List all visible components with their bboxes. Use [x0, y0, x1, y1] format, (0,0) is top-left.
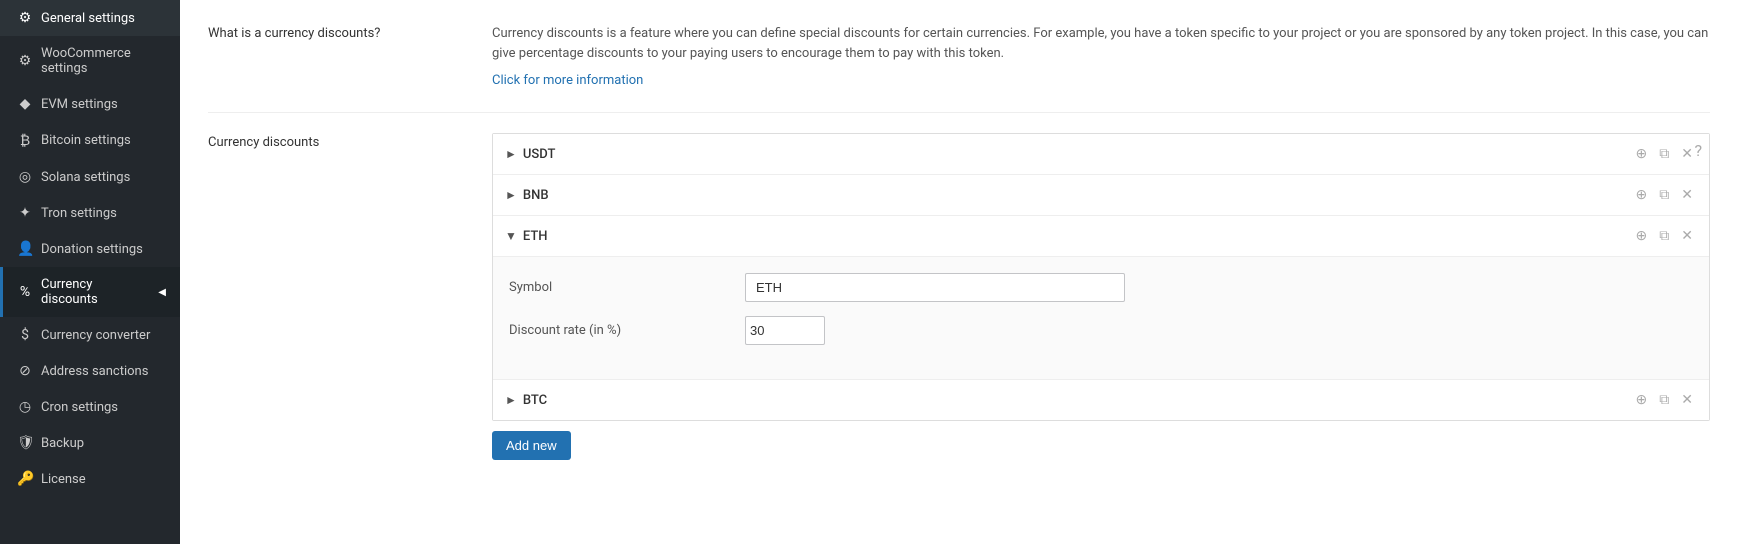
- sidebar-item-license[interactable]: 🔑 License: [0, 461, 180, 497]
- sidebar-item-evm-settings[interactable]: ◆ EVM settings: [0, 86, 180, 122]
- sidebar-item-label: Donation settings: [41, 242, 143, 257]
- sidebar-item-general-settings[interactable]: ⚙ General settings: [0, 0, 180, 36]
- gear-icon: ⚙: [17, 53, 33, 69]
- sidebar-item-bitcoin-settings[interactable]: ₿ Bitcoin settings: [0, 122, 180, 159]
- chevron-right-icon: ►: [505, 393, 517, 407]
- copy-icon[interactable]: ⧉: [1655, 144, 1673, 164]
- sidebar-item-label: Currency discounts: [41, 277, 150, 307]
- sidebar-item-label: WooCommerce settings: [41, 46, 166, 76]
- remove-icon[interactable]: ✕: [1677, 226, 1697, 246]
- currency-actions-usdt: ⊕ ⧉ ✕: [1632, 144, 1697, 164]
- diamond-icon: ◆: [17, 96, 33, 112]
- symbol-label: Symbol: [509, 280, 729, 295]
- symbol-field-row: Symbol: [509, 273, 1693, 302]
- dollar-icon: $: [17, 327, 33, 343]
- remove-icon[interactable]: ✕: [1677, 185, 1697, 205]
- currency-name-eth: ETH: [523, 229, 1632, 244]
- currency-header-eth[interactable]: ▼ ETH ⊕ ⧉ ✕: [493, 216, 1709, 256]
- currency-item-usdt: ► USDT ⊕ ⧉ ✕: [493, 134, 1709, 175]
- sidebar-item-label: Tron settings: [41, 206, 117, 221]
- currency-discounts-label: Currency discounts: [208, 133, 468, 460]
- move-icon[interactable]: ⊕: [1632, 185, 1652, 205]
- currency-discounts-content: ? ► USDT ⊕ ⧉ ✕: [492, 133, 1710, 460]
- bitcoin-icon: ₿: [17, 132, 33, 149]
- person-icon: 👤: [17, 241, 33, 257]
- info-section-label: What is a currency discounts?: [208, 24, 468, 88]
- sidebar: ⚙ General settings ⚙ WooCommerce setting…: [0, 0, 180, 544]
- sidebar-item-label: Bitcoin settings: [41, 133, 131, 148]
- currency-name-bnb: BNB: [523, 188, 1632, 203]
- sidebar-item-label: Backup: [41, 436, 84, 451]
- discount-field-row: Discount rate (in %): [509, 316, 1693, 345]
- discount-label: Discount rate (in %): [509, 323, 729, 338]
- info-section-content: Currency discounts is a feature where yo…: [492, 24, 1710, 88]
- sidebar-item-label: License: [41, 472, 86, 487]
- info-description: Currency discounts is a feature where yo…: [492, 24, 1710, 63]
- sidebar-item-donation-settings[interactable]: 👤 Donation settings: [0, 231, 180, 267]
- currency-header-bnb[interactable]: ► BNB ⊕ ⧉ ✕: [493, 175, 1709, 215]
- currency-discounts-section: Currency discounts ? ► USDT ⊕ ⧉ ✕: [208, 133, 1710, 460]
- currency-body-eth: Symbol Discount rate (in %): [493, 256, 1709, 379]
- key-icon: 🔑: [17, 471, 33, 487]
- add-new-button[interactable]: Add new: [492, 431, 571, 460]
- symbol-input[interactable]: [745, 273, 1125, 302]
- shield-icon: 🛡: [17, 435, 33, 451]
- currency-actions-bnb: ⊕ ⧉ ✕: [1632, 185, 1697, 205]
- currency-item-eth: ▼ ETH ⊕ ⧉ ✕ Symbol: [493, 216, 1709, 380]
- currency-name-btc: BTC: [523, 393, 1632, 408]
- sidebar-item-cron-settings[interactable]: ◷ Cron settings: [0, 389, 180, 425]
- discount-rate-input[interactable]: [745, 316, 825, 345]
- move-icon[interactable]: ⊕: [1632, 226, 1652, 246]
- percent-icon: %: [17, 284, 33, 300]
- currency-item-btc: ► BTC ⊕ ⧉ ✕: [493, 380, 1709, 420]
- copy-icon[interactable]: ⧉: [1655, 226, 1673, 246]
- sidebar-item-currency-discounts[interactable]: % Currency discounts ◀: [0, 267, 180, 317]
- help-icon[interactable]: ?: [1694, 141, 1702, 160]
- sidebar-item-address-sanctions[interactable]: ⊘ Address sanctions: [0, 353, 180, 389]
- sidebar-item-label: General settings: [41, 11, 135, 26]
- sidebar-item-solana-settings[interactable]: ◎ Solana settings: [0, 159, 180, 195]
- chevron-down-icon: ▼: [505, 229, 517, 243]
- solana-icon: ◎: [17, 169, 33, 185]
- discount-input-wrapper: [745, 316, 825, 345]
- copy-icon[interactable]: ⧉: [1655, 185, 1673, 205]
- sidebar-item-label: Cron settings: [41, 400, 118, 415]
- remove-icon[interactable]: ✕: [1677, 390, 1697, 410]
- active-arrow: ◀: [158, 287, 166, 298]
- copy-icon[interactable]: ⧉: [1655, 390, 1673, 410]
- sidebar-item-tron-settings[interactable]: ✦ Tron settings: [0, 195, 180, 231]
- ban-icon: ⊘: [17, 363, 33, 379]
- sidebar-item-woocommerce-settings[interactable]: ⚙ WooCommerce settings: [0, 36, 180, 86]
- chevron-right-icon: ►: [505, 188, 517, 202]
- currency-name-usdt: USDT: [523, 147, 1632, 162]
- move-icon[interactable]: ⊕: [1632, 144, 1652, 164]
- gear-icon: ⚙: [17, 10, 33, 26]
- symbol-input-wrapper: [745, 273, 1125, 302]
- currency-header-btc[interactable]: ► BTC ⊕ ⧉ ✕: [493, 380, 1709, 420]
- currency-item-bnb: ► BNB ⊕ ⧉ ✕: [493, 175, 1709, 216]
- sidebar-item-label: Solana settings: [41, 170, 130, 185]
- info-section: What is a currency discounts? Currency d…: [208, 24, 1710, 88]
- chevron-right-icon: ►: [505, 147, 517, 161]
- currency-header-usdt[interactable]: ► USDT ⊕ ⧉ ✕: [493, 134, 1709, 174]
- info-link[interactable]: Click for more information: [492, 73, 643, 88]
- currency-actions-btc: ⊕ ⧉ ✕: [1632, 390, 1697, 410]
- sidebar-item-label: Currency converter: [41, 328, 150, 343]
- sidebar-item-label: Address sanctions: [41, 364, 148, 379]
- clock-icon: ◷: [17, 399, 33, 415]
- main-content: What is a currency discounts? Currency d…: [180, 0, 1738, 544]
- currency-actions-eth: ⊕ ⧉ ✕: [1632, 226, 1697, 246]
- sidebar-item-currency-converter[interactable]: $ Currency converter: [0, 317, 180, 353]
- divider: [208, 112, 1710, 113]
- sidebar-item-label: EVM settings: [41, 97, 118, 112]
- sidebar-item-backup[interactable]: 🛡 Backup: [0, 425, 180, 461]
- currency-list: ► USDT ⊕ ⧉ ✕ ► BNB: [492, 133, 1710, 421]
- move-icon[interactable]: ⊕: [1632, 390, 1652, 410]
- tron-icon: ✦: [17, 205, 33, 221]
